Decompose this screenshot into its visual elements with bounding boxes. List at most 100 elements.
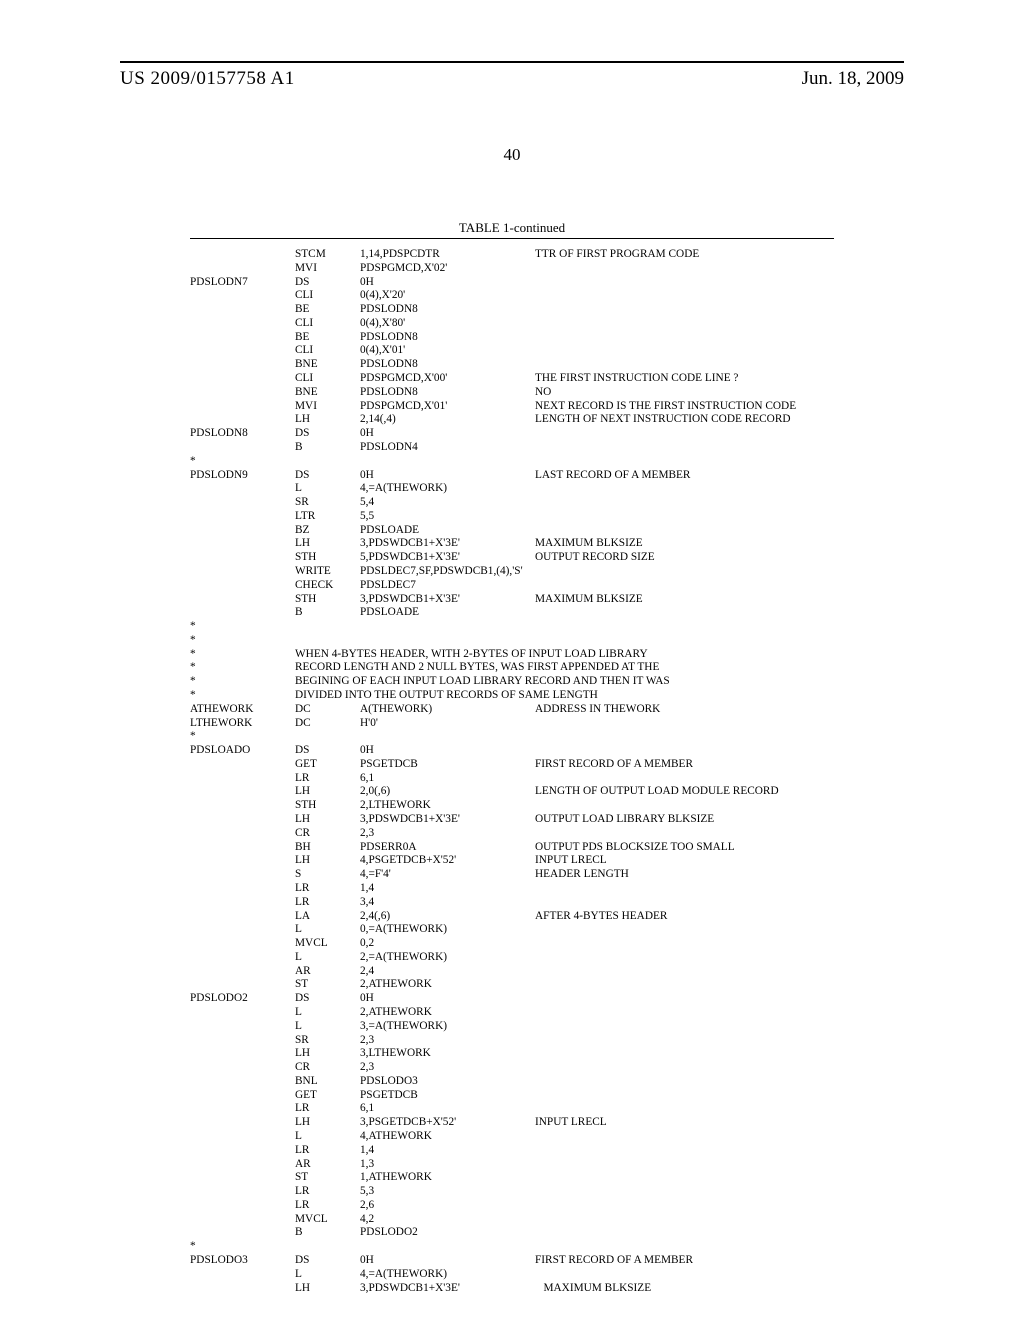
asm-opcode: CLI — [295, 317, 360, 331]
asm-opcode: LH — [295, 813, 360, 827]
asm-label: * — [190, 730, 295, 744]
asm-operand: 3,LTHEWORK — [360, 1047, 535, 1061]
asm-opcode: LH — [295, 1116, 360, 1130]
asm-line: PDSLOADODS0H — [190, 744, 834, 758]
asm-line: LH3,PSGETDCB+X'52'INPUT LRECL — [190, 1116, 834, 1130]
asm-comment: BEGINING OF EACH INPUT LOAD LIBRARY RECO… — [295, 675, 670, 689]
asm-operand: 0,=A(THEWORK) — [360, 923, 535, 937]
asm-comment: WHEN 4-BYTES HEADER, WITH 2-BYTES OF INP… — [295, 648, 648, 662]
asm-opcode: LR — [295, 882, 360, 896]
asm-line: CR2,3 — [190, 1061, 834, 1075]
asm-opcode: BNL — [295, 1075, 360, 1089]
header-rule — [120, 61, 904, 63]
asm-operand: PDSLDEC7,SF,PDSWDCB1,(4),'S' — [360, 565, 535, 579]
asm-opcode: L — [295, 1268, 360, 1282]
asm-line: CLI0(4),X'80' — [190, 317, 834, 331]
asm-operand: 6,1 — [360, 772, 535, 786]
asm-operand: 0H — [360, 1254, 535, 1268]
asm-line: L3,=A(THEWORK) — [190, 1020, 834, 1034]
asm-operand: 4,=A(THEWORK) — [360, 1268, 535, 1282]
asm-operand: PDSLOADE — [360, 524, 535, 538]
asm-label: PDSLODO3 — [190, 1254, 295, 1268]
asm-line: CR2,3 — [190, 827, 834, 841]
asm-line: PDSLODN9DS0HLAST RECORD OF A MEMBER — [190, 469, 834, 483]
asm-line: L4,ATHEWORK — [190, 1130, 834, 1144]
asm-opcode: BH — [295, 841, 360, 855]
asm-comment: NO — [535, 386, 551, 400]
asm-opcode: LR — [295, 1144, 360, 1158]
asm-operand: PDSPGMCD,X'00' — [360, 372, 535, 386]
asm-label: PDSLODN8 — [190, 427, 295, 441]
asm-opcode: L — [295, 1006, 360, 1020]
asm-label: * — [190, 661, 295, 675]
asm-label: * — [190, 620, 295, 634]
asm-label: PDSLODN9 — [190, 469, 295, 483]
asm-operand: 1,3 — [360, 1158, 535, 1172]
asm-line: BNLPDSLODO3 — [190, 1075, 834, 1089]
asm-line: LH2,0(,6)LENGTH OF OUTPUT LOAD MODULE RE… — [190, 785, 834, 799]
asm-operand: PDSLDEC7 — [360, 579, 535, 593]
asm-line: LR6,1 — [190, 772, 834, 786]
asm-opcode: LH — [295, 1282, 360, 1296]
asm-operand: 0H — [360, 744, 535, 758]
asm-line: ATHEWORKDCA(THEWORK)ADDRESS IN THEWORK — [190, 703, 834, 717]
asm-line: STH3,PDSWDCB1+X'3E'MAXIMUM BLKSIZE — [190, 593, 834, 607]
asm-opcode: B — [295, 606, 360, 620]
asm-opcode: WRITE — [295, 565, 360, 579]
asm-comment: LENGTH OF OUTPUT LOAD MODULE RECORD — [535, 785, 779, 799]
asm-operand: PDSERR0A — [360, 841, 535, 855]
asm-line: AR2,4 — [190, 965, 834, 979]
asm-operand: 1,4 — [360, 1144, 535, 1158]
asm-line: ST2,ATHEWORK — [190, 978, 834, 992]
asm-opcode: L — [295, 1130, 360, 1144]
asm-operand: 2,ATHEWORK — [360, 978, 535, 992]
asm-opcode: LR — [295, 1102, 360, 1116]
asm-line: LH3,PDSWDCB1+X'3E' MAXIMUM BLKSIZE — [190, 1282, 834, 1296]
asm-comment: AFTER 4-BYTES HEADER — [535, 910, 667, 924]
asm-operand: 0H — [360, 992, 535, 1006]
asm-opcode: BNE — [295, 386, 360, 400]
asm-comment: MAXIMUM BLKSIZE — [535, 537, 643, 551]
asm-label: * — [190, 648, 295, 662]
asm-opcode: CR — [295, 1061, 360, 1075]
asm-opcode: CR — [295, 827, 360, 841]
asm-opcode: MVI — [295, 262, 360, 276]
asm-opcode: LH — [295, 413, 360, 427]
asm-comment: MAXIMUM BLKSIZE — [535, 593, 643, 607]
asm-comment: TTR OF FIRST PROGRAM CODE — [535, 248, 699, 262]
asm-operand: PDSLODO3 — [360, 1075, 535, 1089]
asm-line: ST1,ATHEWORK — [190, 1171, 834, 1185]
asm-comment: OUTPUT LOAD LIBRARY BLKSIZE — [535, 813, 714, 827]
asm-line: LTR5,5 — [190, 510, 834, 524]
asm-opcode: CLI — [295, 372, 360, 386]
asm-opcode: STH — [295, 799, 360, 813]
asm-operand: 4,=F'4' — [360, 868, 535, 882]
asm-line: LR1,4 — [190, 882, 834, 896]
asm-line: MVIPDSPGMCD,X'02' — [190, 262, 834, 276]
asm-line: * — [190, 730, 834, 744]
asm-opcode: LH — [295, 537, 360, 551]
asm-opcode: LH — [295, 1047, 360, 1061]
asm-operand: 2,3 — [360, 827, 535, 841]
asm-operand: 3,PDSWDCB1+X'3E' — [360, 1282, 535, 1296]
patent-page: US 2009/0157758 A1 Jun. 18, 2009 40 TABL… — [0, 0, 1024, 1320]
asm-opcode: DS — [295, 469, 360, 483]
asm-comment: THE FIRST INSTRUCTION CODE LINE ? — [535, 372, 738, 386]
asm-operand: PDSPGMCD,X'01' — [360, 400, 535, 414]
asm-label: PDSLODO2 — [190, 992, 295, 1006]
asm-line: * — [190, 455, 834, 469]
asm-line: LH2,14(,4)LENGTH OF NEXT INSTRUCTION COD… — [190, 413, 834, 427]
asm-operand: 2,3 — [360, 1034, 535, 1048]
asm-opcode: SR — [295, 496, 360, 510]
asm-operand: 4,PSGETDCB+X'52' — [360, 854, 535, 868]
asm-label: * — [190, 634, 295, 648]
asm-operand: 2,6 — [360, 1199, 535, 1213]
table-top-rule — [190, 238, 834, 239]
asm-opcode: DC — [295, 717, 360, 731]
asm-operand: 2,0(,6) — [360, 785, 535, 799]
asm-line: CLI0(4),X'20' — [190, 289, 834, 303]
asm-line: CLI0(4),X'01' — [190, 344, 834, 358]
asm-line: BNEPDSLODN8 — [190, 358, 834, 372]
publication-date: Jun. 18, 2009 — [802, 68, 904, 90]
asm-opcode: LH — [295, 854, 360, 868]
